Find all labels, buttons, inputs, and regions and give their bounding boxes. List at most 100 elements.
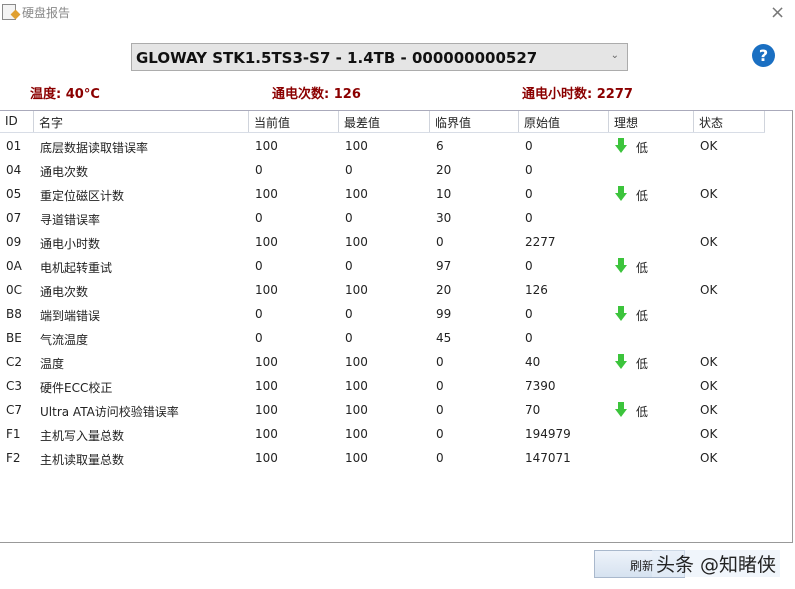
column-header[interactable]: 原始值 [519, 111, 609, 132]
cell-worst: 100 [345, 187, 368, 201]
cell-current: 0 [255, 307, 263, 321]
cell-raw: 194979 [525, 427, 571, 441]
cell-raw: 7390 [525, 379, 556, 393]
table-row[interactable]: F2 主机读取量总数 100 100 0 147071 OK [0, 446, 765, 470]
table-row[interactable]: BE 气流温度 0 0 45 0 [0, 326, 765, 350]
cell-id: B8 [6, 307, 22, 321]
cell-status: OK [700, 139, 718, 153]
close-icon[interactable]: × [770, 2, 785, 23]
cell-worst: 0 [345, 211, 353, 225]
cell-raw: 70 [525, 403, 541, 417]
column-header[interactable]: 状态 [694, 111, 765, 132]
cell-status: OK [700, 283, 718, 297]
cell-worst: 100 [345, 427, 368, 441]
table-row[interactable]: C7 Ultra ATA访问校验错误率 100 100 0 70 低 OK [0, 398, 765, 422]
cell-id: BE [6, 331, 22, 345]
cell-name: 底层数据读取错误率 [40, 141, 149, 155]
cell-worst: 100 [345, 235, 368, 249]
cell-worst: 100 [345, 355, 368, 369]
table-row[interactable]: B8 端到端错误 0 0 99 0 低 [0, 302, 765, 326]
cell-threshold: 45 [436, 331, 452, 345]
table-row[interactable]: 04 通电次数 0 0 20 0 [0, 158, 765, 182]
cell-ideal: 低 [636, 357, 649, 371]
cell-raw: 0 [525, 187, 533, 201]
cell-threshold: 0 [436, 403, 444, 417]
cell-threshold: 99 [436, 307, 452, 321]
cell-name: 气流温度 [40, 333, 89, 347]
drive-select[interactable]: GLOWAY STK1.5TS3-S7 - 1.4TB - 0000000005… [131, 43, 628, 71]
cell-status: OK [700, 451, 718, 465]
cell-threshold: 0 [436, 379, 444, 393]
table-row[interactable]: 07 寻道错误率 0 0 30 0 [0, 206, 765, 230]
power-hours-stat: 通电小时数: 2277 [522, 87, 633, 102]
cell-id: 09 [6, 235, 22, 249]
cell-threshold: 20 [436, 163, 452, 177]
cell-current: 100 [255, 235, 278, 249]
watermark: 头条 @知睹侠 [652, 550, 781, 577]
cell-name: 硬件ECC校正 [40, 381, 113, 395]
cell-worst: 0 [345, 307, 353, 321]
column-header[interactable]: 当前值 [249, 111, 339, 132]
arrow-down-icon [615, 138, 627, 153]
table-header: ID 名字 当前值 最差值 临界值 原始值 理想 状态 [0, 111, 765, 133]
column-header[interactable]: ID [0, 111, 34, 132]
arrow-down-icon [615, 186, 627, 201]
table-row[interactable]: 09 通电小时数 100 100 0 2277 OK [0, 230, 765, 254]
cell-threshold: 0 [436, 451, 444, 465]
cell-worst: 100 [345, 139, 368, 153]
title-bar: 硬盘报告 × [0, 0, 795, 26]
cell-status: OK [700, 379, 718, 393]
help-icon[interactable]: ? [752, 44, 775, 67]
cell-current: 0 [255, 163, 263, 177]
table-row[interactable]: 01 底层数据读取错误率 100 100 6 0 低 OK [0, 134, 765, 158]
cell-current: 0 [255, 211, 263, 225]
drive-select-value: GLOWAY STK1.5TS3-S7 - 1.4TB - 0000000005… [136, 49, 538, 67]
cell-current: 100 [255, 427, 278, 441]
smart-table: ID 名字 当前值 最差值 临界值 原始值 理想 状态 01 底层数据读取错误率 100 100 6 0… [0, 110, 793, 543]
table-row[interactable]: 0C 通电次数 100 100 20 126 OK [0, 278, 765, 302]
cell-threshold: 0 [436, 235, 444, 249]
cell-threshold: 30 [436, 211, 452, 225]
cell-worst: 0 [345, 163, 353, 177]
cell-id: C2 [6, 355, 23, 369]
cell-current: 0 [255, 259, 263, 273]
cell-raw: 0 [525, 259, 533, 273]
cell-id: F2 [6, 451, 21, 465]
arrow-down-icon [615, 306, 627, 321]
table-row[interactable]: C3 硬件ECC校正 100 100 0 7390 OK [0, 374, 765, 398]
cell-worst: 0 [345, 259, 353, 273]
cell-threshold: 0 [436, 427, 444, 441]
table-row[interactable]: F1 主机写入量总数 100 100 0 194979 OK [0, 422, 765, 446]
cell-current: 100 [255, 403, 278, 417]
cell-id: 07 [6, 211, 22, 225]
cell-current: 100 [255, 283, 278, 297]
table-row[interactable]: 05 重定位磁区计数 100 100 10 0 低 OK [0, 182, 765, 206]
column-header[interactable]: 最差值 [339, 111, 430, 132]
cell-raw: 0 [525, 211, 533, 225]
cell-worst: 100 [345, 451, 368, 465]
cell-raw: 0 [525, 139, 533, 153]
cell-id: C3 [6, 379, 23, 393]
arrow-down-icon [615, 258, 627, 273]
cell-name: 温度 [40, 357, 65, 371]
cell-name: 寻道错误率 [40, 213, 101, 227]
cell-raw: 0 [525, 307, 533, 321]
cell-status: OK [700, 427, 718, 441]
cell-worst: 0 [345, 331, 353, 345]
cell-raw: 2277 [525, 235, 556, 249]
cell-name: 主机写入量总数 [40, 429, 125, 443]
cell-raw: 0 [525, 331, 533, 345]
column-header[interactable]: 临界值 [430, 111, 519, 132]
table-row[interactable]: C2 温度 100 100 0 40 低 OK [0, 350, 765, 374]
window-title: 硬盘报告 [22, 6, 71, 20]
cell-threshold: 6 [436, 139, 444, 153]
column-header[interactable]: 理想 [609, 111, 694, 132]
cell-ideal: 低 [636, 189, 649, 203]
table-row[interactable]: 0A 电机起转重试 0 0 97 0 低 [0, 254, 765, 278]
column-header[interactable]: 名字 [34, 111, 249, 132]
cell-id: F1 [6, 427, 21, 441]
cell-current: 100 [255, 139, 278, 153]
cell-worst: 100 [345, 379, 368, 393]
arrow-down-icon [615, 354, 627, 369]
cell-threshold: 97 [436, 259, 452, 273]
